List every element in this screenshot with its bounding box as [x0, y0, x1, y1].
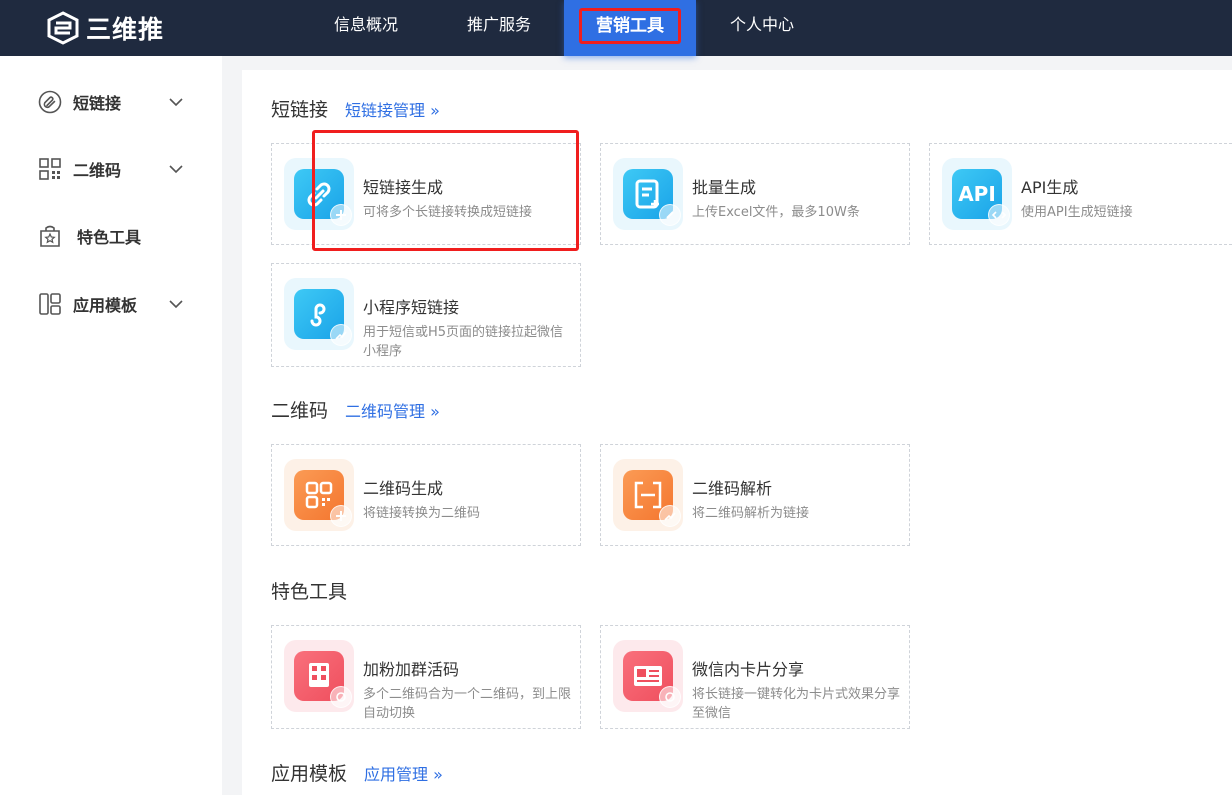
nav-overview[interactable]: 信息概况 [310, 0, 422, 56]
sidebar-item-templates[interactable]: 应用模板 [0, 284, 222, 324]
card-icon-wrap [284, 459, 354, 531]
card-title: 短链接生成 [363, 178, 444, 197]
nav-marketing-tools[interactable]: 营销工具 [564, 0, 696, 56]
sidebar-item-qrcode[interactable]: 二维码 [0, 149, 222, 189]
sidebar-item-label: 短链接 [73, 94, 122, 113]
nav-profile-label: 个人中心 [729, 15, 794, 34]
card-live-qrcode[interactable]: 加粉加群活码 多个二维码合为一个二维码，到上限自动切换 [271, 625, 581, 729]
card-title: 加粉加群活码 [363, 660, 460, 679]
nav-promotion[interactable]: 推广服务 [443, 0, 555, 56]
card-icon-wrap [284, 640, 354, 712]
code-badge-icon [988, 204, 1010, 226]
chevron-down-icon[interactable] [168, 94, 184, 110]
template-icon [39, 293, 61, 315]
sidebar-item-label: 特色工具 [77, 228, 142, 247]
section-title-shortlink: 短链接 [271, 99, 329, 121]
section-title-special-tools: 特色工具 [271, 581, 348, 603]
templates-manage-link[interactable]: 应用管理 » [364, 761, 443, 785]
chart-badge-icon [659, 505, 681, 527]
card-icon-wrap [284, 278, 354, 350]
brand-name: 三维推 [86, 15, 165, 44]
card-title: 二维码解析 [692, 479, 773, 498]
qrcode-manage-link[interactable]: 二维码管理 » [345, 398, 440, 422]
sidebar-item-label: 应用模板 [73, 296, 138, 315]
section-title-qrcode: 二维码 [271, 400, 329, 422]
card-api-generate[interactable]: API API生成 使用API生成短链接 [929, 143, 1232, 245]
user-badge-icon [659, 686, 681, 708]
plus-badge-icon [330, 204, 352, 226]
card-shortlink-generate[interactable]: 短链接生成 可将多个长链接转换成短链接 [271, 143, 581, 245]
nav-promotion-label: 推广服务 [466, 15, 531, 34]
plus-badge-icon [330, 505, 352, 527]
sidebar-item-special-tools[interactable]: 特色工具 [0, 216, 222, 256]
card-desc: 用于短信或H5页面的链接拉起微信小程序 [363, 325, 564, 359]
card-icon-wrap [613, 640, 683, 712]
card-title: API生成 [1021, 178, 1079, 197]
star-bag-icon [40, 225, 60, 247]
card-batch-generate[interactable]: 批量生成 上传Excel文件，最多10W条 [600, 143, 910, 245]
card-desc: 将长链接一键转化为卡片式效果分享至微信 [692, 687, 901, 721]
chevron-down-icon[interactable] [168, 296, 184, 312]
card-icon-wrap [613, 158, 683, 230]
card-qrcode-parse[interactable]: 二维码解析 将二维码解析为链接 [600, 444, 910, 546]
card-icon-wrap [284, 158, 354, 230]
sidebar-item-shortlink[interactable]: 短链接 [0, 82, 222, 122]
sidebar-item-label: 二维码 [73, 161, 122, 180]
card-qrcode-generate[interactable]: 二维码生成 将链接转换为二维码 [271, 444, 581, 546]
card-title: 小程序短链接 [363, 298, 460, 317]
card-title: 批量生成 [692, 178, 757, 197]
user-badge-icon [330, 686, 352, 708]
card-miniprogram-shortlink[interactable]: 小程序短链接 用于短信或H5页面的链接拉起微信小程序 [271, 263, 581, 367]
card-desc: 上传Excel文件，最多10W条 [692, 205, 860, 220]
top-nav-bar: 三维推 信息概况 推广服务 营销工具 个人中心 [0, 0, 1232, 56]
qr-grid-icon [39, 158, 61, 180]
brand-logo[interactable]: 三维推 [46, 10, 164, 46]
shortlink-manage-link[interactable]: 短链接管理 » [345, 97, 440, 121]
card-title: 微信内卡片分享 [692, 660, 805, 679]
card-wechat-card-share[interactable]: 微信内卡片分享 将长链接一键转化为卡片式效果分享至微信 [600, 625, 910, 729]
main-content: 短链接 短链接管理 » 短链接生成 可将多个长链接转换成短链接 批量生成 上传E… [242, 70, 1232, 795]
card-desc: 将链接转换为二维码 [363, 506, 481, 521]
card-desc: 多个二维码合为一个二维码，到上限自动切换 [363, 687, 572, 721]
card-desc: 使用API生成短链接 [1021, 205, 1133, 220]
paperclip-icon [38, 90, 62, 114]
nav-overview-label: 信息概况 [333, 15, 398, 34]
api-icon-text: API [958, 182, 996, 206]
card-title: 二维码生成 [363, 479, 444, 498]
nav-profile[interactable]: 个人中心 [706, 0, 818, 56]
section-title-templates: 应用模板 [271, 763, 348, 785]
link-badge-icon [659, 204, 681, 226]
chevron-down-icon[interactable] [168, 161, 184, 177]
card-desc: 将二维码解析为链接 [692, 506, 810, 521]
nav-marketing-tools-label: 营销工具 [579, 8, 681, 44]
card-icon-wrap: API [942, 158, 1012, 230]
logo-cube-icon [47, 11, 79, 45]
card-icon-wrap [613, 459, 683, 531]
sidebar: 短链接 二维码 特色工具 应用模板 [0, 56, 222, 795]
chart-badge-icon [330, 324, 352, 346]
card-desc: 可将多个长链接转换成短链接 [363, 205, 533, 220]
